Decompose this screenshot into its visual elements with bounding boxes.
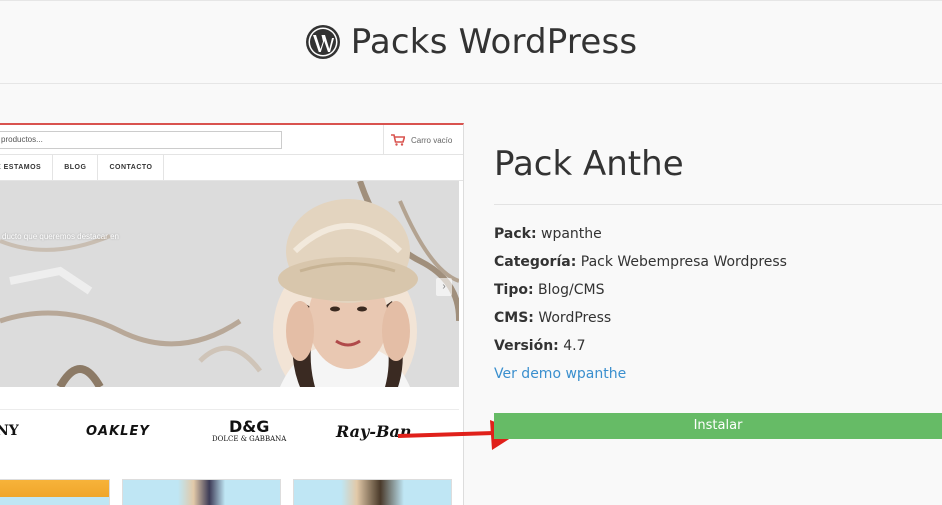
- product-thumb: [0, 479, 110, 505]
- info-label: Pack:: [494, 226, 537, 242]
- theme-preview-image: productos... Carro vacío E ESTAMOS BLOG …: [0, 123, 464, 505]
- preview-nav-item: BLOG: [53, 155, 99, 180]
- brand-dg-big: D&G: [228, 416, 270, 436]
- preview-search-input: productos...: [0, 131, 282, 149]
- info-label: Versión:: [494, 338, 559, 354]
- preview-topbar: productos... Carro vacío: [0, 125, 463, 155]
- brand-logos: NY OAKLEY D&G DOLCE & GABBANA Ray-Ban: [0, 411, 459, 451]
- title-divider: [494, 204, 942, 205]
- info-value: 4.7: [563, 338, 586, 354]
- info-value: WordPress: [538, 310, 612, 326]
- slider-next-icon: ›: [436, 278, 452, 296]
- info-value: Pack Webempresa Wordpress: [580, 254, 787, 270]
- preview-products: [0, 479, 459, 505]
- info-cms: CMS: WordPress: [494, 310, 611, 326]
- preview-nav-item: E ESTAMOS: [0, 155, 54, 180]
- info-version: Versión: 4.7: [494, 338, 586, 354]
- preview-cart: Carro vacío: [383, 125, 463, 155]
- preview-cart-label: Carro vacío: [411, 135, 453, 145]
- info-value: Blog/CMS: [538, 282, 605, 298]
- info-label: CMS:: [494, 310, 534, 326]
- info-pack: Pack: wpanthe: [494, 226, 602, 242]
- install-button[interactable]: Instalar: [494, 413, 942, 439]
- brand-logo-dg: D&G DOLCE & GABBANA: [212, 411, 286, 451]
- brand-divider: [0, 409, 459, 410]
- info-value: wpanthe: [541, 226, 602, 242]
- pack-title: Pack Anthe: [494, 144, 684, 184]
- slider-caption: ducto que queremos destacar en: [2, 232, 119, 241]
- wordpress-logo-icon: [305, 25, 340, 59]
- demo-link[interactable]: Ver demo wpanthe: [494, 366, 626, 382]
- preview-nav: E ESTAMOS BLOG CONTACTO: [0, 155, 463, 181]
- info-tipo: Tipo: Blog/CMS: [494, 282, 604, 298]
- info-categoria: Categoría: Pack Webempresa Wordpress: [494, 254, 787, 270]
- brand-logo-oakley: OAKLEY: [86, 423, 150, 439]
- site-title: Packs WordPress: [350, 22, 638, 62]
- slider-photo: [0, 181, 459, 387]
- product-thumb: [122, 479, 281, 505]
- site-header: Packs WordPress: [0, 0, 942, 84]
- cart-icon: [391, 134, 405, 146]
- info-label: Categoría:: [494, 254, 577, 270]
- product-thumb: [293, 479, 452, 505]
- preview-nav-item: CONTACTO: [98, 155, 165, 180]
- preview-slider: ducto que queremos destacar en ›: [0, 181, 459, 387]
- brand-dg-small: DOLCE & GABBANA: [212, 434, 287, 443]
- brand-logo-ny: NY: [0, 423, 19, 439]
- info-label: Tipo:: [494, 282, 534, 298]
